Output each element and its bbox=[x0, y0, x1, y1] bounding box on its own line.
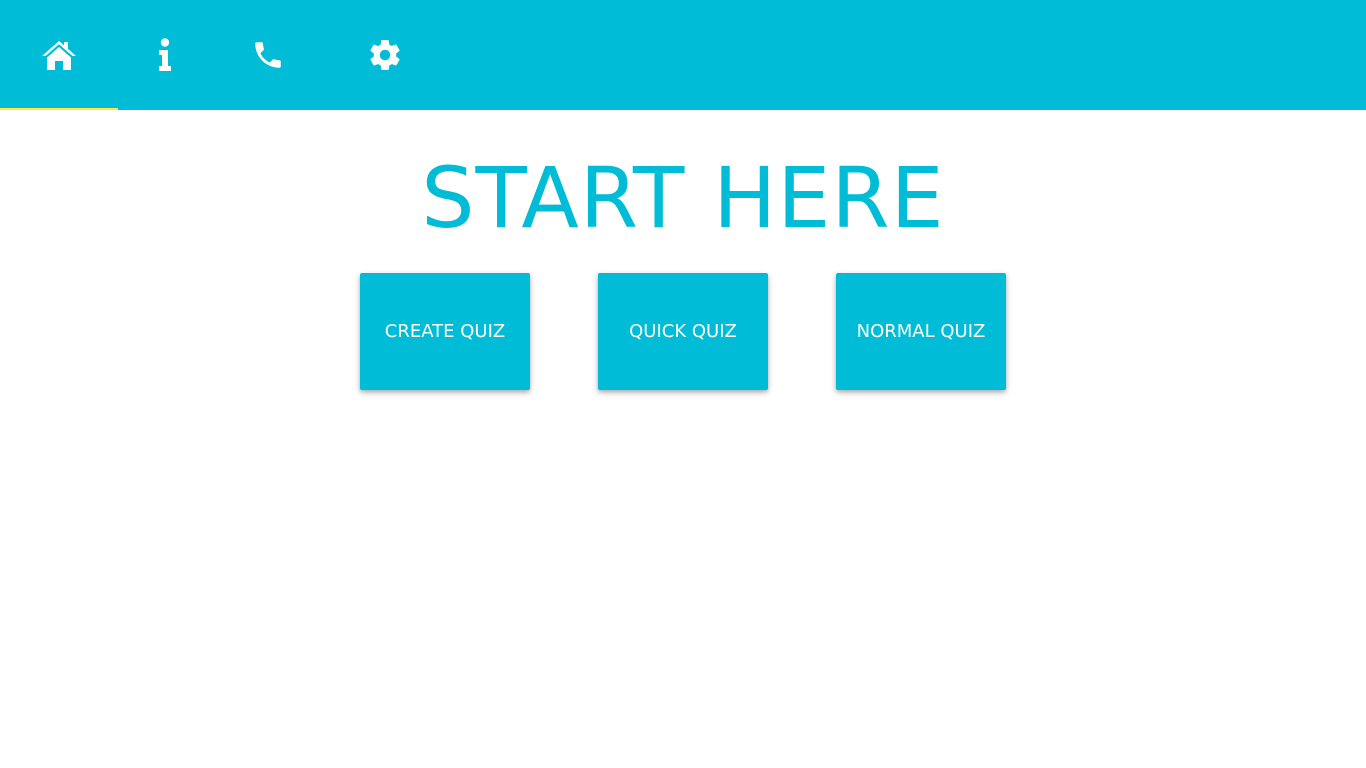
quick-quiz-button[interactable]: QUICK QUIZ bbox=[598, 273, 768, 390]
tab-settings[interactable] bbox=[324, 0, 446, 110]
tab-info[interactable] bbox=[118, 0, 212, 110]
phone-icon bbox=[251, 38, 285, 72]
normal-quiz-button[interactable]: NORMAL QUIZ bbox=[836, 273, 1006, 390]
top-navigation-bar bbox=[0, 0, 1366, 110]
create-quiz-button[interactable]: CREATE QUIZ bbox=[360, 273, 530, 390]
tab-contact[interactable] bbox=[212, 0, 324, 110]
home-icon bbox=[41, 39, 77, 71]
gear-icon bbox=[367, 37, 403, 73]
page-title: START HERE bbox=[421, 149, 945, 247]
tab-home[interactable] bbox=[0, 0, 118, 110]
info-icon bbox=[157, 38, 173, 72]
